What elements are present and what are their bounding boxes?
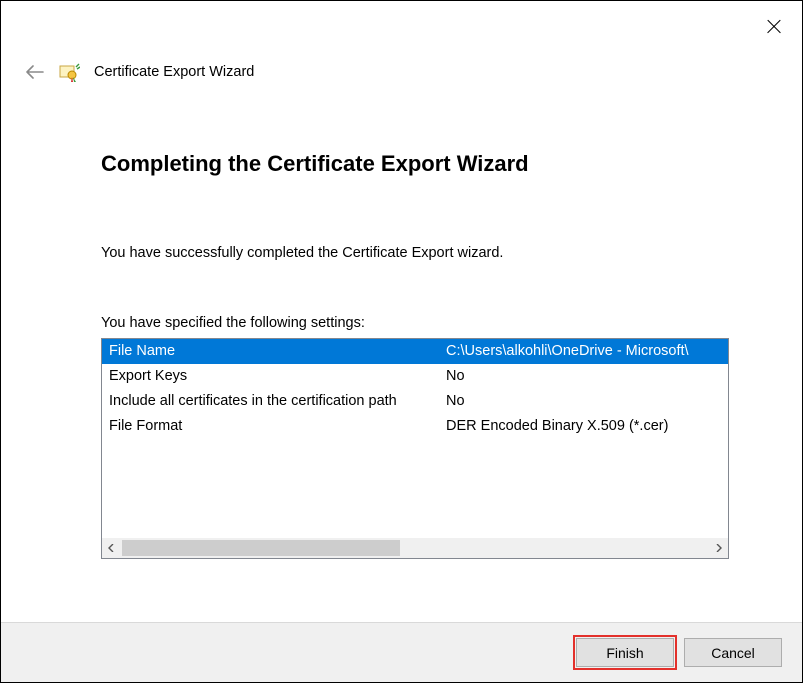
wizard-title: Certificate Export Wizard: [94, 64, 254, 80]
scrollbar-track[interactable]: [122, 538, 708, 558]
close-icon[interactable]: [766, 19, 782, 35]
settings-label: You have specified the following setting…: [101, 315, 732, 331]
wizard-header: Certificate Export Wizard: [1, 1, 802, 83]
cancel-button[interactable]: Cancel: [684, 638, 782, 667]
finish-button[interactable]: Finish: [576, 638, 674, 667]
page-title: Completing the Certificate Export Wizard: [101, 151, 732, 177]
horizontal-scrollbar[interactable]: [102, 538, 728, 558]
scroll-left-icon[interactable]: [102, 538, 122, 558]
row-key: File Name: [109, 339, 446, 364]
row-key: Export Keys: [109, 364, 446, 389]
row-value: No: [446, 389, 728, 414]
table-row[interactable]: File Name C:\Users\alkohli\OneDrive - Mi…: [102, 339, 728, 364]
table-row[interactable]: Export Keys No: [102, 364, 728, 389]
row-key: Include all certificates in the certific…: [109, 389, 446, 414]
back-arrow-icon[interactable]: [26, 65, 44, 79]
wizard-footer: Finish Cancel: [1, 622, 802, 682]
certificate-icon: [58, 61, 80, 83]
row-value: C:\Users\alkohli\OneDrive - Microsoft\: [446, 339, 728, 364]
success-message: You have successfully completed the Cert…: [101, 245, 732, 261]
row-key: File Format: [109, 414, 446, 439]
table-row[interactable]: Include all certificates in the certific…: [102, 389, 728, 414]
table-row[interactable]: File Format DER Encoded Binary X.509 (*.…: [102, 414, 728, 439]
settings-listview[interactable]: File Name C:\Users\alkohli\OneDrive - Mi…: [101, 338, 729, 559]
scrollbar-thumb[interactable]: [122, 540, 400, 556]
scroll-right-icon[interactable]: [708, 538, 728, 558]
row-value: No: [446, 364, 728, 389]
wizard-content: Completing the Certificate Export Wizard…: [1, 83, 802, 559]
row-value: DER Encoded Binary X.509 (*.cer): [446, 414, 728, 439]
